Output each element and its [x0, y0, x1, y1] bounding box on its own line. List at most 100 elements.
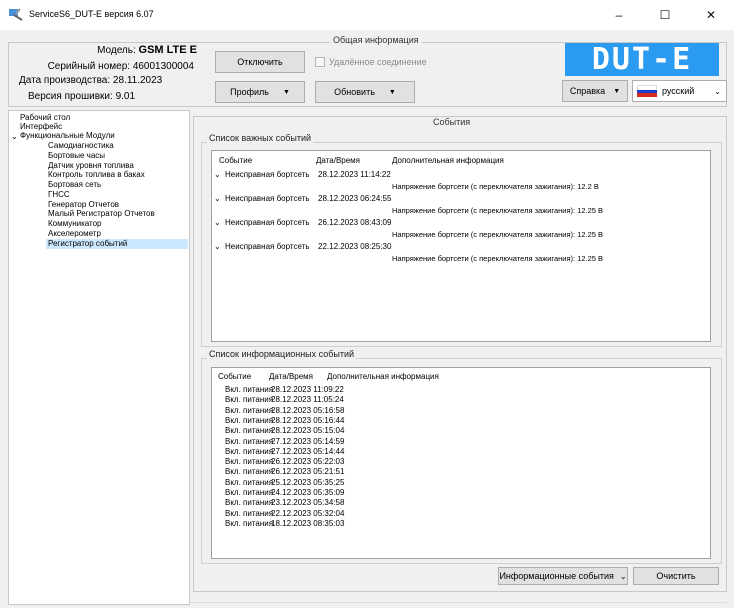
info-events-title: Список информационных событий: [207, 349, 357, 359]
remote-connection-label: Удалённое соединение: [329, 57, 427, 67]
info-event-date: 28.12.2023 11:05:24: [271, 395, 344, 405]
profile-dropdown-button[interactable]: Профиль ▼: [215, 81, 305, 103]
important-event-date: 22.12.2023 08:25:30: [318, 242, 392, 251]
serial-label: Серийный номер:: [47, 61, 131, 72]
info-event-date: 24.12.2023 05:35:09: [271, 488, 345, 497]
window-title: ServiceS6_DUT-E версия 6.07: [29, 9, 154, 19]
info-event-date: 27.12.2023 05:14:44: [271, 446, 345, 456]
info-event-date: 26.12.2023 05:21:51: [271, 467, 345, 477]
tree-item-onboard-network[interactable]: Бортовая сеть: [48, 180, 101, 190]
update-label: Обновить: [334, 87, 375, 97]
tree-item-accelerometer[interactable]: Акселерометр: [48, 229, 101, 239]
production-date-label: Дата производства:: [19, 75, 111, 86]
info-event-name[interactable]: Вкл. питания: [225, 416, 273, 425]
info-event-date: 18.12.2023 08:35:03: [271, 518, 345, 528]
clear-button[interactable]: Очистить: [633, 567, 719, 585]
column-header-info[interactable]: Дополнительная информация: [392, 156, 504, 165]
info-event-name[interactable]: Вкл. питания: [225, 467, 273, 476]
language-value: русский: [662, 86, 695, 96]
info-event-date: 25.12.2023 05:35:25: [271, 477, 345, 487]
tree-item-tank-fuel-control[interactable]: Контроль топлива в баках: [48, 170, 145, 180]
remote-connection-checkbox[interactable]: Удалённое соединение: [315, 57, 427, 67]
minimize-button[interactable]: –: [596, 0, 642, 30]
info-event-name[interactable]: Вкл. питания: [225, 385, 273, 394]
dut-e-logo: DUT-E: [565, 43, 719, 76]
title-bar: ServiceS6_DUT-E версия 6.07 – ☐ ✕: [0, 0, 734, 30]
events-title: События: [430, 117, 474, 127]
important-event-info: Напряжение бортсети (с переключателя заж…: [392, 206, 604, 215]
caret-down-icon: ▼: [282, 88, 290, 96]
info-event-date: 28.12.2023 05:15:04: [271, 426, 345, 436]
important-event-name[interactable]: Неисправная бортсеть: [225, 242, 310, 251]
tree-item-communicator[interactable]: Коммуникатор: [48, 219, 102, 229]
tree-item-onboard-clock[interactable]: Бортовые часы: [48, 151, 105, 161]
column-header-datetime[interactable]: Дата/Время: [316, 156, 360, 165]
info-event-date: 28.12.2023 05:16:58: [271, 405, 345, 415]
profile-label: Профиль: [230, 87, 269, 97]
column-header-info[interactable]: Дополнительная информация: [327, 372, 439, 381]
model-row: Модель: GSM LTE E: [17, 44, 197, 56]
chevron-down-icon[interactable]: ⌄: [11, 132, 18, 142]
caret-down-icon: ▼: [388, 88, 396, 96]
logo-text: DUT-E: [591, 41, 693, 77]
chevron-down-icon[interactable]: ⌄: [214, 218, 221, 227]
tree-item-self-diagnostics[interactable]: Самодиагностика: [48, 141, 114, 151]
column-header-event[interactable]: Событие: [218, 372, 251, 381]
module-tree: Рабочий стол Интерфейс ⌄ Функциональные …: [8, 110, 190, 605]
close-button[interactable]: ✕: [688, 0, 734, 30]
tree-item-small-report-recorder[interactable]: Малый Регистратор Отчетов: [48, 209, 155, 219]
info-event-name[interactable]: Вкл. питания: [225, 498, 273, 507]
tree-item-event-recorder[interactable]: Регистратор событий: [46, 239, 188, 249]
info-event-name[interactable]: Вкл. питания: [225, 509, 273, 518]
info-event-date: 26.12.2023 05:22:03: [271, 457, 345, 467]
checkbox-box[interactable]: [315, 57, 325, 67]
chevron-down-icon[interactable]: ⌄: [214, 194, 221, 203]
chevron-down-icon[interactable]: ⌄: [214, 242, 221, 251]
info-events-list[interactable]: Событие Дата/Время Дополнительная информ…: [211, 367, 711, 559]
maximize-button[interactable]: ☐: [642, 0, 688, 30]
firmware-value: 9.01: [115, 91, 136, 102]
chevron-down-icon: ⌄: [714, 86, 721, 96]
important-event-name[interactable]: Неисправная бортсеть: [225, 218, 310, 227]
important-event-date: 26.12.2023 08:43:09: [318, 218, 392, 227]
russia-flag-icon: [637, 85, 657, 98]
info-event-name[interactable]: Вкл. питания: [225, 457, 273, 466]
tree-item-gnss[interactable]: ГНСС: [48, 190, 70, 200]
chevron-down-icon: ⌄: [619, 571, 627, 581]
info-event-name[interactable]: Вкл. питания: [225, 488, 273, 497]
model-value: GSM LTE E: [138, 44, 197, 56]
column-header-event[interactable]: Событие: [219, 156, 252, 165]
update-dropdown-button[interactable]: Обновить ▼: [315, 81, 415, 103]
important-event-name[interactable]: Неисправная бортсеть: [225, 194, 310, 203]
info-event-name[interactable]: Вкл. питания: [225, 519, 273, 528]
event-type-value: Информационные события: [499, 571, 614, 581]
info-event-date: 28.12.2023 11:09:22: [271, 385, 344, 394]
important-event-info: Напряжение бортсети (с переключателя заж…: [392, 254, 604, 263]
help-dropdown-button[interactable]: Справка ▼: [562, 80, 628, 102]
info-event-date: 28.12.2023 05:16:44: [271, 415, 345, 425]
info-event-name[interactable]: Вкл. питания: [225, 447, 273, 456]
important-event-date: 28.12.2023 11:14:22: [318, 170, 391, 179]
important-events-title: Список важных событий: [207, 133, 313, 143]
info-event-name[interactable]: Вкл. питания: [225, 395, 273, 404]
production-date-value: 28.11.2023: [112, 75, 163, 86]
tree-item-functional-modules[interactable]: Функциональные Модули: [20, 131, 115, 141]
serial-value: 46001300004: [132, 61, 194, 72]
important-event-info: Напряжение бортсети (с переключателя заж…: [392, 182, 599, 191]
column-header-datetime[interactable]: Дата/Время: [269, 372, 313, 381]
info-event-name[interactable]: Вкл. питания: [225, 426, 273, 435]
info-event-name[interactable]: Вкл. питания: [225, 406, 273, 415]
event-type-select[interactable]: Информационные события ⌄: [498, 567, 628, 585]
info-event-name[interactable]: Вкл. питания: [225, 437, 273, 446]
info-event-date: 22.12.2023 05:32:04: [271, 508, 345, 518]
info-event-date: 23.12.2023 05:34:58: [271, 498, 345, 508]
important-events-list[interactable]: Событие Дата/Время Дополнительная информ…: [211, 150, 711, 342]
language-select[interactable]: русский ⌄: [632, 80, 727, 102]
important-event-date: 28.12.2023 06:24:55: [318, 194, 392, 203]
info-event-name[interactable]: Вкл. питания: [225, 478, 273, 487]
chevron-down-icon[interactable]: ⌄: [214, 170, 221, 179]
clear-label: Очистить: [656, 571, 696, 581]
important-event-name[interactable]: Неисправная бортсеть: [225, 170, 310, 179]
firmware-label: Версия прошивки:: [28, 91, 113, 102]
disconnect-button[interactable]: Отключить: [215, 51, 305, 73]
